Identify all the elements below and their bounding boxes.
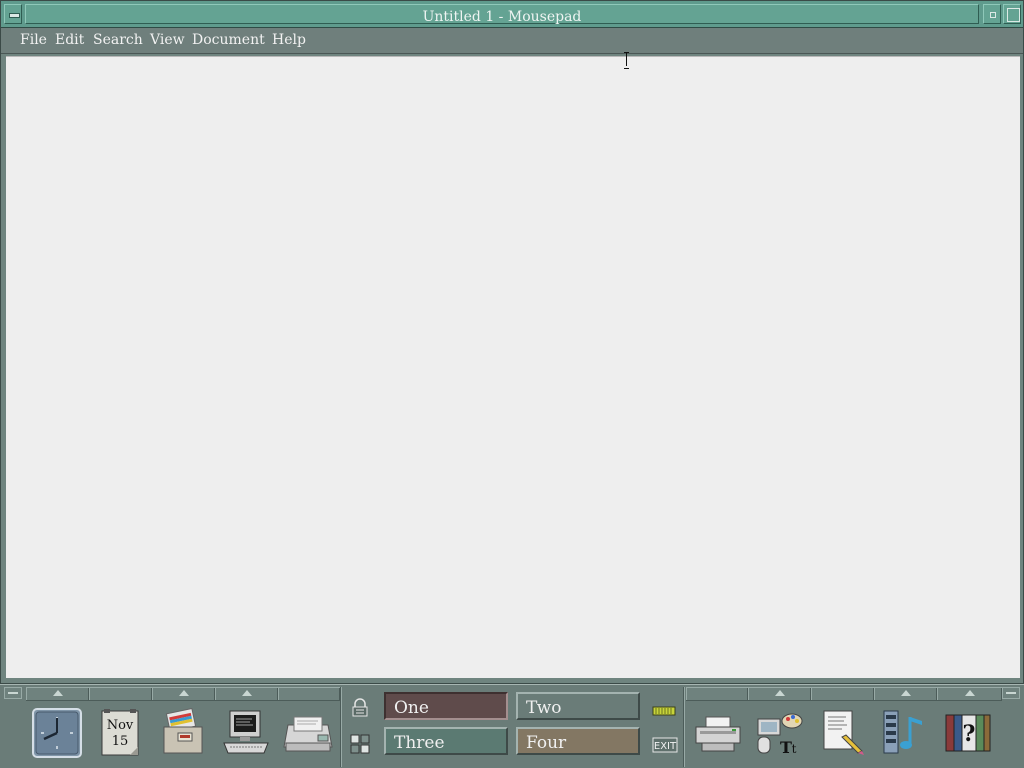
panel-handle-right[interactable] <box>1002 687 1020 699</box>
panel-divider-left <box>340 687 342 767</box>
subpanel-tab-terminal[interactable] <box>215 688 278 700</box>
menu-file[interactable]: File <box>20 32 47 48</box>
subpanel-tab-style[interactable] <box>748 688 811 700</box>
calendar-icon: Nov 15 <box>101 709 139 756</box>
mail-icon <box>283 716 333 752</box>
svg-text:t: t <box>792 742 797 756</box>
calendar-day: 15 <box>112 734 129 749</box>
panel-handle-left[interactable] <box>4 687 22 699</box>
subpanel-strip-left <box>26 687 340 701</box>
svg-text:?: ? <box>963 721 976 747</box>
clock-icon <box>32 708 82 758</box>
help-launcher[interactable]: ? <box>942 707 994 763</box>
exit-button[interactable]: EXIT <box>652 737 678 753</box>
workspace-three-button[interactable]: Three <box>384 727 508 755</box>
minimize-button[interactable] <box>983 4 1001 24</box>
text-cursor-icon <box>624 52 630 69</box>
subpanel-tab-editor[interactable] <box>811 688 874 700</box>
workspace-one-button[interactable]: One <box>384 692 508 720</box>
style-manager-icon: T t <box>757 713 803 757</box>
text-editor-icon <box>823 710 864 755</box>
subpanel-tab-files[interactable] <box>152 688 215 700</box>
workspace-four-button[interactable]: Four <box>516 727 640 755</box>
window-menu-button[interactable] <box>4 4 22 24</box>
menu-bar: File Edit Search View Document Help <box>1 28 1023 54</box>
lock-screen-button[interactable] <box>349 697 371 719</box>
mail-launcher[interactable] <box>282 707 334 763</box>
window-title: Untitled 1 - Mousepad <box>422 9 582 25</box>
workspace-manager-button[interactable] <box>349 733 371 755</box>
media-player-icon <box>883 710 922 754</box>
printer-launcher[interactable] <box>692 707 744 763</box>
help-icon: ? <box>945 714 991 752</box>
front-panel: Nov 15 EXIT T t ? <box>0 684 1024 768</box>
busy-indicator <box>652 701 676 716</box>
style-manager-launcher[interactable]: T t <box>752 707 804 763</box>
subpanel-tab-calendar[interactable] <box>89 688 152 700</box>
menu-edit[interactable]: Edit <box>55 32 84 48</box>
panel-divider-right <box>683 687 685 767</box>
calendar-month: Nov <box>107 718 134 733</box>
workspace-grid-icon <box>350 734 370 754</box>
terminal-icon <box>223 710 269 754</box>
printer-icon <box>695 716 741 752</box>
maximize-button[interactable] <box>1003 4 1021 24</box>
media-player-launcher[interactable] <box>880 707 932 763</box>
title-bar[interactable]: Untitled 1 - Mousepad <box>1 1 1023 28</box>
svg-text:T: T <box>780 738 792 757</box>
terminal-launcher[interactable] <box>220 707 272 763</box>
menu-document[interactable]: Document <box>192 32 265 48</box>
file-manager-launcher[interactable] <box>158 707 210 763</box>
lock-icon <box>352 698 368 717</box>
subpanel-tab-clock[interactable] <box>26 688 89 700</box>
subpanel-tab-printer[interactable] <box>686 688 748 700</box>
file-manager-icon <box>163 707 203 754</box>
menu-view[interactable]: View <box>150 32 185 48</box>
mousepad-window: Untitled 1 - Mousepad File Edit Search V… <box>0 0 1024 684</box>
workspace-two-button[interactable]: Two <box>516 692 640 720</box>
menu-search[interactable]: Search <box>93 32 143 48</box>
subpanel-tab-mail[interactable] <box>278 688 340 700</box>
menu-help[interactable]: Help <box>272 32 306 48</box>
exit-icon: EXIT <box>652 737 678 753</box>
clock-launcher[interactable] <box>31 707 83 763</box>
text-editor-launcher[interactable] <box>816 707 868 763</box>
exit-label: EXIT <box>654 741 677 752</box>
calendar-launcher[interactable]: Nov 15 <box>96 707 148 763</box>
title-area[interactable]: Untitled 1 - Mousepad <box>25 4 979 25</box>
subpanel-strip-right <box>686 687 1002 701</box>
text-editor-area[interactable] <box>6 56 1020 678</box>
subpanel-tab-help[interactable] <box>937 688 1002 700</box>
subpanel-tab-media[interactable] <box>874 688 937 700</box>
busy-light-icon <box>652 706 676 716</box>
